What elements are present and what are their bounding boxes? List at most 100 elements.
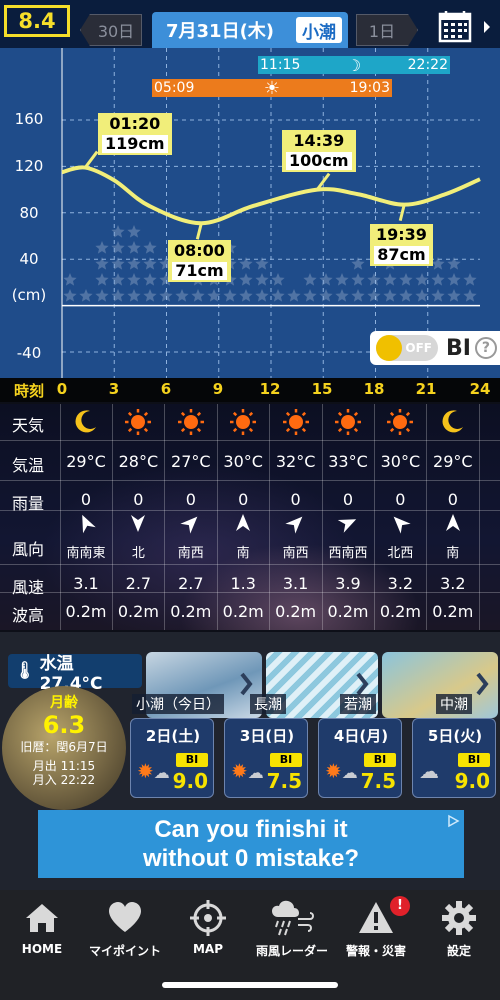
forecast-day-card[interactable]: 4日(月) ✹☁ BI 7.5	[318, 718, 402, 798]
star-icon	[127, 289, 141, 302]
callout-time: 14:39	[293, 131, 345, 150]
star-icon	[127, 225, 141, 238]
home-indicator	[162, 982, 338, 988]
wind-arrow-icon	[374, 512, 426, 538]
star-icon	[383, 273, 397, 286]
forecast-day-card[interactable]: 3日(日) ✹☁ BI 7.5	[224, 718, 308, 798]
bi-label: BI	[270, 753, 302, 767]
rain-row-cell: 0	[447, 490, 458, 509]
wave-height-row-cell: 0.2m	[432, 602, 474, 621]
thermometer-icon: 🌡	[14, 661, 36, 681]
tab-label: 警報・災害	[345, 944, 406, 958]
y-tick-label: 40	[19, 250, 39, 268]
row-divider	[0, 592, 500, 593]
calendar-button[interactable]	[436, 10, 496, 44]
wind-arrow-icon	[270, 512, 322, 538]
rain-row-cell: 0	[133, 490, 144, 509]
star-icon	[255, 289, 269, 302]
high-tide-callout: 01:20 119cm	[98, 113, 172, 155]
temperature-row: 気温 29°C 28°C 27°C 30°C 32°C 33°C 30°C 29°C	[0, 444, 500, 480]
ad-banner[interactable]: Can you finishi it without 0 mistake?	[38, 810, 464, 878]
help-icon[interactable]: ?	[474, 337, 497, 359]
tab-label: MAP	[192, 942, 224, 956]
high-tide-callout: 14:39 100cm	[282, 130, 356, 172]
forecast-date: 2日(土)	[145, 727, 201, 745]
moon-age-value: 6.3	[42, 711, 86, 739]
temperature-row-cell: 27°C	[171, 452, 211, 471]
wind-speed-row-cell: 2.7	[125, 574, 152, 593]
forecast-day-card[interactable]: 2日(土) ✹☁ BI 9.0	[130, 718, 214, 798]
sun-icon	[322, 408, 374, 440]
sun-rise-time: 05:09	[154, 80, 195, 96]
wind-arrow-icon	[427, 512, 479, 538]
row-divider	[0, 440, 500, 441]
tide-label: 長潮	[250, 694, 286, 714]
sun-icon	[112, 408, 164, 440]
column-divider	[321, 404, 323, 630]
sun-icon: ☀	[263, 77, 281, 99]
rain-row-cell: 0	[185, 490, 196, 509]
y-axis-unit: (cm)	[11, 286, 47, 304]
time-axis-row: 時刻 0 3 6 9 12 15 18 21 24	[0, 378, 500, 402]
star-icon	[463, 289, 477, 302]
column-divider	[373, 404, 375, 630]
tide-type-chip: 小潮	[296, 17, 342, 43]
star-icon	[303, 273, 317, 286]
bi-toggle[interactable]: OFF BI ?	[370, 331, 500, 365]
heart-icon	[109, 902, 141, 932]
star-icon	[191, 289, 205, 302]
tide-chart-svg	[61, 48, 481, 378]
water-temperature[interactable]: 🌡 水温 27.4°C	[8, 654, 142, 694]
callout-time: 01:20	[109, 114, 161, 133]
star-icon	[127, 273, 141, 286]
star-icon	[255, 273, 269, 286]
star-icon	[319, 289, 333, 302]
sun-icon	[374, 408, 426, 440]
tab-map[interactable]: MAP	[166, 898, 250, 956]
hour-tick: 6	[160, 380, 172, 398]
moon-info[interactable]: 月齢 6.3 旧暦：閏6月7日 月出 11:15 月入 22:22	[2, 690, 126, 787]
star-icon	[431, 273, 445, 286]
gear-icon	[442, 901, 476, 935]
star-icon	[335, 289, 349, 302]
sun-rise-set-bar: 05:09 ☀ 19:03	[152, 77, 392, 99]
chevron-right-icon	[484, 21, 490, 33]
weather-table: 天気 気温 29°C 28°C 27°C 30°C 32°C 33°C 30°C 29°C 雨量 0 0…	[0, 404, 500, 630]
tab-home[interactable]: HOME	[0, 898, 84, 956]
row-divider	[0, 480, 500, 481]
callout-pointer	[84, 150, 99, 169]
date-selector[interactable]: 7月31日(木) 小潮	[152, 12, 348, 48]
prev-day-button[interactable]: 30日	[80, 14, 142, 46]
row-divider	[0, 564, 500, 565]
sun-icon	[217, 408, 269, 440]
ad-headline-line2: without 0 mistake?	[142, 845, 360, 872]
column-divider	[111, 404, 113, 630]
sun-cloud-icon: ✹☁	[231, 759, 264, 783]
callout-pointer	[398, 204, 406, 222]
next-day-button[interactable]: 1日	[356, 14, 418, 46]
bi-switch[interactable]: OFF	[376, 335, 438, 361]
row-divider	[0, 510, 500, 511]
y-tick-label: 80	[19, 204, 39, 222]
ad-choices-icon[interactable]	[446, 814, 460, 828]
moon-icon: ☽	[346, 55, 362, 75]
bi-value: 7.5	[266, 769, 302, 793]
tab-my-point[interactable]: マイポイント	[83, 898, 167, 959]
wind-direction-text: 南	[236, 546, 250, 561]
wind-arrow-icon	[217, 512, 269, 538]
star-icon	[239, 273, 253, 286]
star-icon	[127, 241, 141, 254]
tab-radar[interactable]: 雨風レーダー	[250, 898, 334, 959]
forecast-day-card[interactable]: 5日(火) ☁ BI 9.0	[412, 718, 496, 798]
wind-direction-text: 南西	[177, 546, 204, 561]
bi-label: BI	[458, 753, 490, 767]
star-icon	[367, 289, 381, 302]
column-divider	[478, 404, 480, 630]
tab-settings[interactable]: 設定	[417, 898, 500, 959]
column-divider	[164, 404, 166, 630]
callout-time: 19:39	[376, 225, 427, 244]
forecast-date: 4日(月)	[333, 727, 389, 745]
tab-alerts[interactable]: ! 警報・災害	[334, 896, 418, 959]
moon-set: 月入 22:22	[32, 773, 96, 787]
wave-height-row-cell: 0.2m	[327, 602, 369, 621]
